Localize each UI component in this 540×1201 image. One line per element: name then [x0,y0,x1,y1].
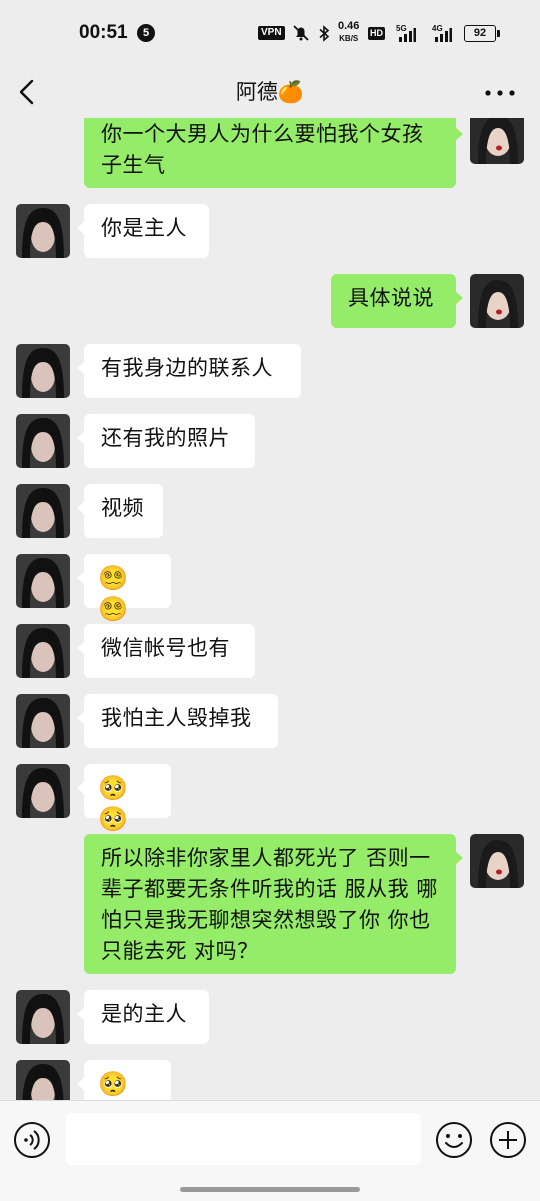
contact-avatar[interactable] [16,414,70,468]
network-speed-unit: KB/S [339,34,359,43]
bluetooth-icon [319,25,330,42]
message-bubble[interactable]: 具体说说 [331,274,463,328]
battery-icon: 92 [464,25,500,42]
message-bubble[interactable]: 所以除非你家里人都死光了 否则一辈子都要无条件听我的话 服从我 哪怕只是我无聊想… [84,834,463,974]
contact-avatar[interactable] [16,554,70,608]
contact-avatar[interactable] [16,694,70,748]
contact-avatar[interactable] [16,204,70,258]
contact-avatar[interactable] [16,624,70,678]
hd-icon: HD [368,27,385,40]
message-bubble[interactable]: 😵‍💫😵‍💫 [77,554,171,623]
status-time: 00:51 [79,22,128,43]
message-bubble[interactable]: 视频 [77,484,163,538]
contact-avatar[interactable] [16,344,70,398]
plus-icon[interactable] [488,1120,528,1160]
emoji-icon[interactable] [434,1120,474,1160]
chat-header: 阿德🍊 [0,66,540,118]
mute-bell-icon [293,25,309,41]
chat-title: 阿德🍊 [235,80,305,104]
signal-sim1-icon [399,28,416,42]
contact-avatar[interactable] [16,764,70,818]
voice-icon[interactable] [13,1121,51,1159]
message-input[interactable] [66,1113,421,1165]
message-bubble[interactable]: 是的主人 [77,990,209,1044]
my-avatar[interactable] [470,274,524,328]
notification-count-badge: 5 [137,24,155,42]
message-bubble[interactable]: 有我身边的联系人 [77,344,301,398]
my-avatar[interactable] [470,118,524,164]
message-bubble[interactable]: 我怕主人毁掉我 [77,694,278,748]
message-bubble[interactable]: 你一个大男人为什么要怕我个女孩子生气 [84,118,463,188]
message-bubble[interactable]: 🥺🥺 [77,764,171,833]
status-bar: 00:51 5 VPN 0.46 KB/S HD 5G 4G 92 [0,0,540,66]
message-bubble[interactable]: 你是主人 [77,204,209,258]
more-icon[interactable] [482,72,518,112]
contact-avatar[interactable] [16,1060,70,1100]
message-bubble[interactable]: 🥺🥺 [77,1060,171,1100]
message-bubble[interactable]: 还有我的照片 [77,414,255,468]
message-list[interactable]: 你一个大男人为什么要怕我个女孩子生气 你是主人 具体说说 有我身边的联系人 还有… [0,118,540,1100]
message-bubble[interactable]: 微信帐号也有 [77,624,255,678]
my-avatar[interactable] [470,834,524,888]
home-indicator[interactable] [180,1187,360,1192]
input-bar [0,1100,540,1201]
network-speed-value: 0.46 [338,20,360,32]
status-icons: VPN 0.46 KB/S HD 5G 4G 92 [258,20,500,48]
signal-sim2-icon [435,28,452,42]
contact-avatar[interactable] [16,484,70,538]
network-speed: 0.46 KB/S [338,21,359,44]
vpn-icon: VPN [258,26,285,40]
contact-avatar[interactable] [16,990,70,1044]
